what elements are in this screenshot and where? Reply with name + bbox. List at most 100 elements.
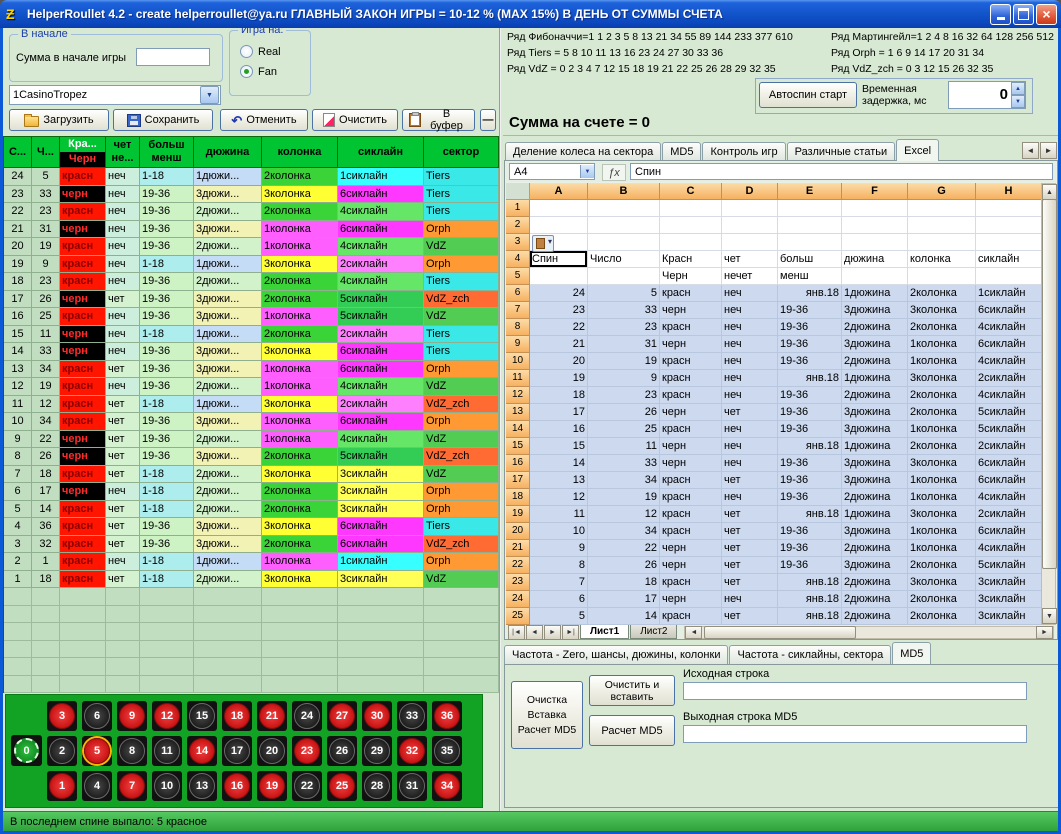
sheet-cell[interactable]: 19-36 bbox=[778, 404, 842, 421]
sheet-cell[interactable]: 9 bbox=[530, 540, 588, 557]
sheet-cell[interactable]: 3колонка bbox=[908, 455, 976, 472]
sheet-cell[interactable]: 2колонка bbox=[908, 404, 976, 421]
tab-excel[interactable]: Excel bbox=[896, 139, 939, 161]
sheet-cell[interactable]: черн bbox=[660, 540, 722, 557]
board-number-cell[interactable]: 28 bbox=[362, 771, 392, 801]
sheet-column-header[interactable]: E bbox=[778, 183, 842, 200]
sheet-cell[interactable]: красн bbox=[660, 353, 722, 370]
sheet-row-header[interactable]: 20 bbox=[506, 523, 530, 540]
sheet-cell[interactable]: 2сиклайн bbox=[976, 506, 1042, 523]
table-row[interactable]: 1823красннеч19-362дюжи...2колонка4сиклай… bbox=[4, 273, 500, 291]
tab-game-control[interactable]: Контроль игр bbox=[702, 142, 785, 161]
sheet-cell[interactable]: неч bbox=[722, 387, 778, 404]
sheet-tab-list1[interactable]: Лист1 bbox=[580, 625, 629, 639]
sheet-cell[interactable]: черн bbox=[660, 591, 722, 608]
sheet-cell[interactable]: 12 bbox=[530, 489, 588, 506]
sheet-cell[interactable]: 2дюжина bbox=[842, 540, 908, 557]
sheet-cell[interactable]: 2дюжина bbox=[842, 574, 908, 591]
sheet-cell[interactable]: 18 bbox=[530, 387, 588, 404]
sheet-cell[interactable]: 4сиклайн bbox=[976, 489, 1042, 506]
sheet-cell[interactable]: 1колонка bbox=[908, 336, 976, 353]
sheet-cell[interactable]: 23 bbox=[530, 302, 588, 319]
board-number-cell[interactable]: 19 bbox=[257, 771, 287, 801]
prev-sheet-icon[interactable]: ◄ bbox=[526, 625, 543, 640]
vertical-scrollbar[interactable]: ▲ ▼ bbox=[1041, 183, 1056, 625]
table-row[interactable]: 1726чернчет19-363дюжи...2колонка5сиклайн… bbox=[4, 291, 500, 309]
sheet-row-header[interactable]: 2 bbox=[506, 217, 530, 234]
sheet-column-header[interactable]: F bbox=[842, 183, 908, 200]
table-row[interactable]: 718краснчет1-182дюжи...3колонка3сиклайнV… bbox=[4, 466, 500, 484]
sheet-row-header[interactable]: 4 bbox=[506, 251, 530, 268]
sheet-cell[interactable]: неч bbox=[722, 421, 778, 438]
sheet-row-header[interactable]: 23 bbox=[506, 574, 530, 591]
tabs-scroll-right-icon[interactable]: ► bbox=[1040, 142, 1057, 159]
table-row[interactable]: 617черннеч1-182дюжи...2колонка3сиклайнOr… bbox=[4, 483, 500, 501]
scroll-down-icon[interactable]: ▼ bbox=[1042, 608, 1057, 624]
sheet-cell[interactable] bbox=[778, 234, 842, 251]
sheet-cell[interactable]: красн bbox=[660, 574, 722, 591]
sheet-cell[interactable]: 19 bbox=[530, 370, 588, 387]
sheet-cell[interactable]: неч bbox=[722, 591, 778, 608]
sheet-cell[interactable]: 13 bbox=[530, 472, 588, 489]
sheet-cell[interactable]: 9 bbox=[588, 370, 660, 387]
sheet-cell[interactable]: 6сиклайн bbox=[976, 455, 1042, 472]
sheet-cell[interactable] bbox=[722, 234, 778, 251]
board-number-cell[interactable]: 14 bbox=[187, 736, 217, 766]
table-row[interactable]: 199красннеч1-181дюжи...3колонка2сиклайнO… bbox=[4, 256, 500, 274]
board-number-cell[interactable]: 21 bbox=[257, 701, 287, 731]
board-number-cell[interactable]: 33 bbox=[397, 701, 427, 731]
sheet-cell[interactable] bbox=[976, 268, 1042, 285]
fx-icon[interactable]: ƒx bbox=[602, 164, 626, 181]
sheet-cell[interactable]: сиклайн bbox=[976, 251, 1042, 268]
sheet-row-header[interactable]: 21 bbox=[506, 540, 530, 557]
table-row[interactable]: 245красннеч1-181дюжи...2колонка1сиклайнT… bbox=[4, 168, 500, 186]
sheet-cell[interactable]: 1дюжина bbox=[842, 370, 908, 387]
next-sheet-icon[interactable]: ► bbox=[544, 625, 561, 640]
sheet-row-header[interactable]: 24 bbox=[506, 591, 530, 608]
sheet-cell[interactable]: 24 bbox=[530, 285, 588, 302]
sheet-row-header[interactable]: 12 bbox=[506, 387, 530, 404]
source-string-input[interactable] bbox=[683, 682, 1027, 700]
sheet-cell[interactable]: 5сиклайн bbox=[976, 421, 1042, 438]
sheet-cell[interactable]: 11 bbox=[588, 438, 660, 455]
sheet-cell[interactable] bbox=[976, 217, 1042, 234]
first-sheet-icon[interactable]: |◄ bbox=[508, 625, 525, 640]
sheet-cell[interactable] bbox=[842, 200, 908, 217]
sheet-cell[interactable]: 2дюжина bbox=[842, 591, 908, 608]
sheet-cell[interactable]: 2колонка bbox=[908, 608, 976, 625]
sheet-cell[interactable]: 33 bbox=[588, 455, 660, 472]
sheet-cell[interactable]: дюжина bbox=[842, 251, 908, 268]
save-button[interactable]: Сохранить bbox=[113, 109, 213, 131]
sheet-cell[interactable]: 21 bbox=[530, 336, 588, 353]
sheet-cell[interactable]: неч bbox=[722, 370, 778, 387]
sheet-row-header[interactable]: 19 bbox=[506, 506, 530, 523]
sheet-cell[interactable]: янв.18 bbox=[778, 591, 842, 608]
table-row[interactable]: 1334краснчет19-363дюжи...1колонка6сиклай… bbox=[4, 361, 500, 379]
sheet-cell[interactable]: 19-36 bbox=[778, 523, 842, 540]
sheet-cell[interactable]: 2колонка bbox=[908, 387, 976, 404]
board-number-cell[interactable]: 35 bbox=[432, 736, 462, 766]
sheet-row-header[interactable]: 1 bbox=[506, 200, 530, 217]
table-row[interactable]: 2223красннеч19-362дюжи...2колонка4сиклай… bbox=[4, 203, 500, 221]
sheet-cell[interactable]: 2колонка bbox=[908, 319, 976, 336]
casino-dropdown[interactable]: 1CasinoTropez ▼ bbox=[9, 85, 221, 105]
sheet-cell[interactable]: янв.18 bbox=[778, 370, 842, 387]
undo-button[interactable]: ↶Отменить bbox=[220, 109, 308, 131]
sheet-cell[interactable]: менш bbox=[778, 268, 842, 285]
sheet-cell[interactable]: 2колонка bbox=[908, 591, 976, 608]
sheet-column-header[interactable]: G bbox=[908, 183, 976, 200]
sheet-cell[interactable]: 1колонка bbox=[908, 472, 976, 489]
board-number-cell[interactable]: 22 bbox=[292, 771, 322, 801]
board-number-cell[interactable]: 2 bbox=[47, 736, 77, 766]
table-row[interactable]: 1433черннеч19-363дюжи...3колонка6сиклайн… bbox=[4, 343, 500, 361]
tab-freq-sixlines-sectors[interactable]: Частота - сиклайны, сектора bbox=[729, 645, 891, 664]
sheet-cell[interactable]: 3дюжина bbox=[842, 455, 908, 472]
sheet-cell[interactable]: неч bbox=[722, 319, 778, 336]
sheet-cell[interactable]: 17 bbox=[588, 591, 660, 608]
sheet-row-header[interactable]: 3 bbox=[506, 234, 530, 251]
sheet-row-header[interactable]: 17 bbox=[506, 472, 530, 489]
table-row[interactable]: 1219красннеч19-362дюжи...1колонка4сиклай… bbox=[4, 378, 500, 396]
board-number-cell[interactable]: 13 bbox=[187, 771, 217, 801]
sheet-cell[interactable]: 23 bbox=[588, 319, 660, 336]
sheet-cell[interactable]: чет bbox=[722, 506, 778, 523]
